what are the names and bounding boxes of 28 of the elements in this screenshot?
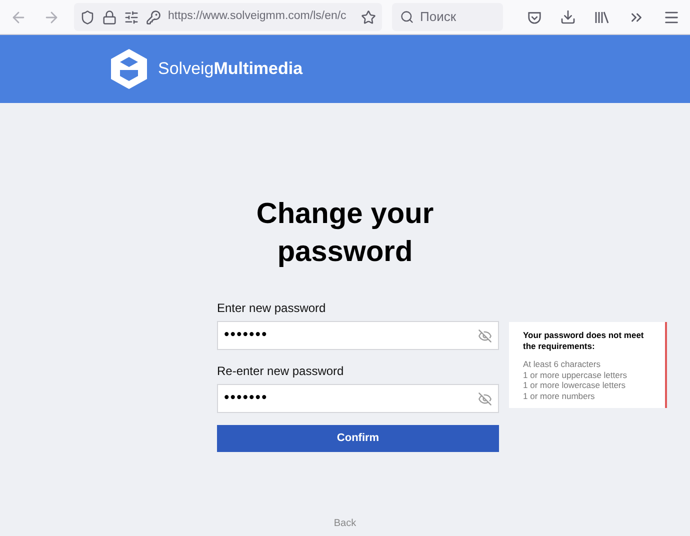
logo-text: SolveigMultimedia [158,58,303,80]
search-placeholder: Поиск [420,8,456,26]
requirement-item: At least 6 characters [523,359,602,370]
star-icon[interactable] [361,10,376,24]
eye-off-icon[interactable] [478,328,492,342]
page-title: Change your password [255,197,435,270]
requirement-item: 1 or more numbers [523,390,596,401]
key-icon[interactable] [146,10,161,24]
sliders-icon[interactable] [124,10,139,24]
pocket-icon[interactable] [527,10,542,24]
lock-icon[interactable] [102,10,117,24]
shield-icon[interactable] [80,10,95,24]
field-label: Re-enter new password [217,363,345,380]
download-icon[interactable] [560,9,576,25]
field-label: Enter new password [217,300,327,317]
tooltip-heading: Your password does not meet the requirements: [523,330,645,352]
password-field[interactable]: ••••••• [217,321,499,350]
search-field[interactable]: Поиск [392,3,503,31]
search-icon [400,10,414,24]
url-text: https://www.solveigmm.com/ls/en/c [168,9,348,24]
password-field[interactable]: ••••••• [217,384,499,413]
logo-icon [108,48,150,90]
library-icon[interactable] [594,10,610,24]
requirement-item: 1 or more uppercase letters [523,370,628,380]
address-bar[interactable]: https://www.solveigmm.com/ls/en/c [74,3,382,31]
requirement-item: 1 or more lowercase letters [523,380,627,390]
eye-off-icon[interactable] [478,392,492,406]
confirm-button[interactable]: Confirm [217,425,499,452]
